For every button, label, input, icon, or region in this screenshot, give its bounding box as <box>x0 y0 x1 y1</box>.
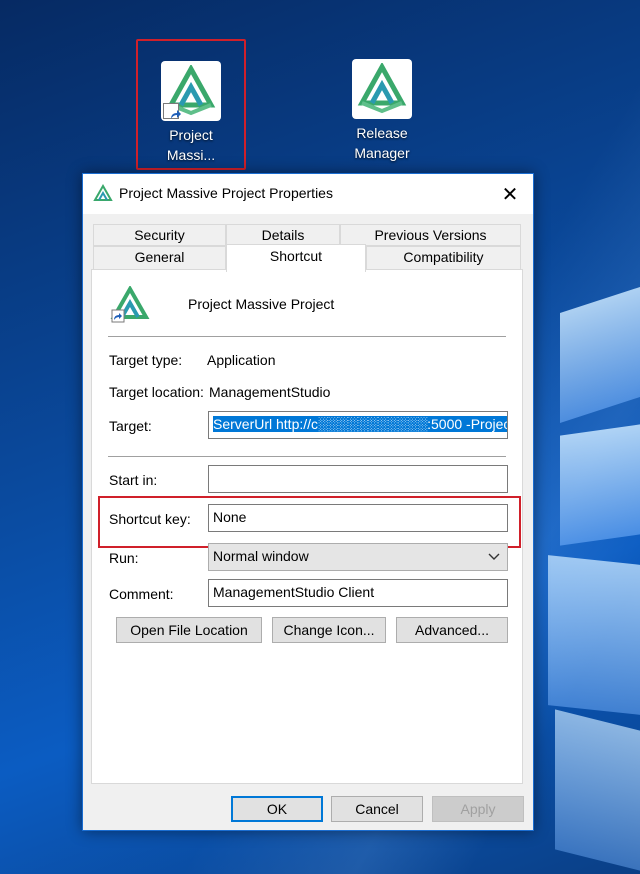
desktop-icon-project-massive[interactable]: Project Massi... <box>136 39 246 170</box>
target-type-value: Application <box>207 352 276 368</box>
start-in-input[interactable] <box>208 465 508 493</box>
wallpaper-pane <box>560 424 640 546</box>
dialog-titlebar[interactable]: Project Massive Project Properties ✕ <box>83 174 533 214</box>
tab-previous-versions[interactable]: Previous Versions <box>340 224 521 246</box>
desktop-icon-label: Release <box>356 125 408 141</box>
target-location-value: ManagementStudio <box>209 384 331 400</box>
dialog-title: Project Massive Project Properties <box>119 185 333 201</box>
run-label: Run: <box>109 550 139 566</box>
desktop-icon-label: Massi... <box>166 147 216 163</box>
divider <box>108 456 506 457</box>
tab-details[interactable]: Details <box>226 224 340 246</box>
run-select-value: Normal window <box>213 548 309 564</box>
properties-dialog: Project Massive Project Properties ✕ Sec… <box>82 173 534 831</box>
start-in-label: Start in: <box>109 472 158 488</box>
open-file-location-button[interactable]: Open File Location <box>116 617 262 643</box>
mountain-logo-icon <box>352 59 412 119</box>
shortcut-name: Project Massive Project <box>188 296 335 312</box>
mountain-logo-icon <box>161 61 221 121</box>
ok-button[interactable]: OK <box>231 796 323 822</box>
comment-input[interactable]: ManagementStudio Client <box>208 579 508 607</box>
desktop-icon-release-manager[interactable]: Release Manager <box>327 59 437 163</box>
tab-general[interactable]: General <box>93 246 226 270</box>
tab-strip: Security Details Previous Versions Gener… <box>91 224 523 272</box>
target-input[interactable]: ServerUrl http://c░░░░░░░░░░░:5000 -Proj… <box>208 411 508 439</box>
comment-label: Comment: <box>109 586 174 602</box>
desktop-icon-label: Manager <box>354 145 410 161</box>
shortcut-arrow-icon <box>163 103 181 119</box>
tab-shortcut[interactable]: Shortcut <box>226 244 366 272</box>
target-input-value: ServerUrl http://c░░░░░░░░░░░:5000 -Proj… <box>213 416 507 432</box>
change-icon-button[interactable]: Change Icon... <box>272 617 386 643</box>
wallpaper-pane <box>560 287 640 423</box>
chevron-down-icon <box>487 549 501 566</box>
run-select[interactable]: Normal window <box>208 543 508 571</box>
target-label: Target: <box>109 418 152 434</box>
tab-compatibility[interactable]: Compatibility <box>366 246 521 270</box>
target-location-label: Target location: <box>109 384 204 400</box>
target-type-label: Target type: <box>109 352 183 368</box>
desktop-icon-label: Project <box>169 127 213 143</box>
wallpaper-pane <box>548 555 640 715</box>
shortcut-key-label: Shortcut key: <box>109 511 191 527</box>
mountain-logo-icon <box>93 183 113 207</box>
close-icon[interactable]: ✕ <box>487 174 533 214</box>
apply-button[interactable]: Apply <box>432 796 524 822</box>
wallpaper-pane <box>555 709 640 871</box>
shortcut-key-input[interactable]: None <box>208 504 508 532</box>
mountain-logo-icon <box>110 284 150 329</box>
divider <box>108 336 506 337</box>
advanced-button[interactable]: Advanced... <box>396 617 508 643</box>
shortcut-panel: Project Massive Project Target type: App… <box>91 269 523 784</box>
tab-security[interactable]: Security <box>93 224 226 246</box>
cancel-button[interactable]: Cancel <box>331 796 423 822</box>
